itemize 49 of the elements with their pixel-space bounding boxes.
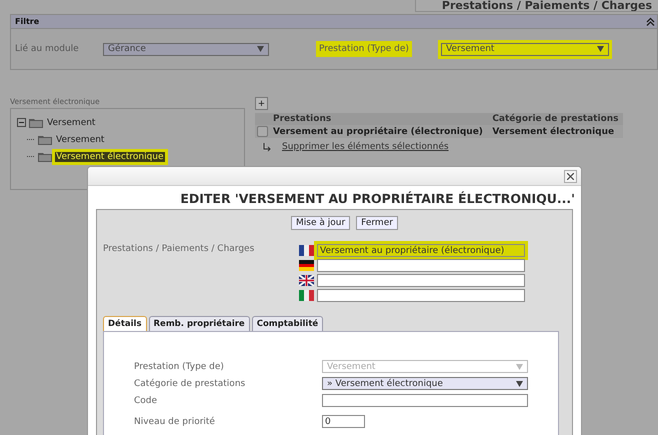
- input-field[interactable]: 0: [322, 415, 365, 428]
- input-field[interactable]: [322, 394, 528, 407]
- table-cell: Versement au propriétaire (électronique): [271, 125, 490, 138]
- close-icon: [567, 172, 574, 180]
- field-label: Lié au module: [15, 44, 79, 54]
- collapse-icon[interactable]: [17, 118, 26, 127]
- delete-selected-link[interactable]: Supprimer les éléments sélectionnés: [282, 142, 449, 152]
- close-button[interactable]: [564, 170, 577, 182]
- tab[interactable]: Comptabilité: [252, 316, 324, 331]
- flag-icon: [299, 260, 314, 271]
- input-field[interactable]: [317, 259, 525, 272]
- select-field[interactable]: » Versement électronique: [322, 377, 528, 390]
- dialog-title: EDITER 'VERSEMENT AU PROPRIÉTAIRE ÉLECTRONIQU...': [179, 190, 576, 208]
- input-field[interactable]: [317, 274, 525, 287]
- input-field[interactable]: Versement au propriétaire (électronique): [317, 244, 525, 257]
- caret-icon: [516, 380, 523, 386]
- input-field[interactable]: [317, 289, 525, 302]
- flag-icon: [299, 245, 314, 256]
- tree-item[interactable]: Versement électronique: [55, 152, 165, 162]
- field-label: Niveau de priorité: [134, 416, 216, 426]
- panel-title: Filtre: [15, 17, 40, 26]
- row-checkbox[interactable]: [257, 126, 268, 137]
- field-label: Prestations / Paiements / Charges: [103, 244, 256, 256]
- tab[interactable]: Détails: [103, 316, 147, 331]
- folder-icon: [29, 118, 43, 128]
- caret-icon: [257, 46, 264, 52]
- field-label: Catégorie de prestations: [134, 378, 246, 388]
- table-cell: Versement électronique: [490, 125, 623, 138]
- page-title: Prestations / Paiements / Charges: [415, 0, 658, 12]
- close-button[interactable]: Fermer: [356, 216, 398, 230]
- tree-item[interactable]: Versement: [46, 118, 96, 128]
- module-select[interactable]: Gérance: [103, 42, 269, 56]
- column-header: Prestations: [271, 113, 490, 125]
- add-button[interactable]: +: [255, 97, 268, 110]
- folder-icon: [38, 134, 52, 144]
- flag-icon: [299, 275, 314, 286]
- tree-item[interactable]: Versement: [55, 134, 106, 144]
- column-header: Catégorie de prestations: [490, 113, 623, 125]
- folder-icon: [38, 152, 52, 162]
- update-button[interactable]: Mise à jour: [291, 216, 350, 230]
- return-arrow-icon: [263, 142, 272, 152]
- caret-icon: [516, 364, 523, 370]
- caret-icon: [597, 46, 604, 52]
- field-label: Code: [134, 396, 158, 406]
- tab[interactable]: Remb. propriétaire: [148, 316, 250, 331]
- field-label: Prestation (Type de): [134, 362, 225, 372]
- field-label: Prestation (Type de): [319, 44, 409, 54]
- flag-icon: [299, 290, 314, 301]
- collapse-icon[interactable]: [646, 17, 655, 26]
